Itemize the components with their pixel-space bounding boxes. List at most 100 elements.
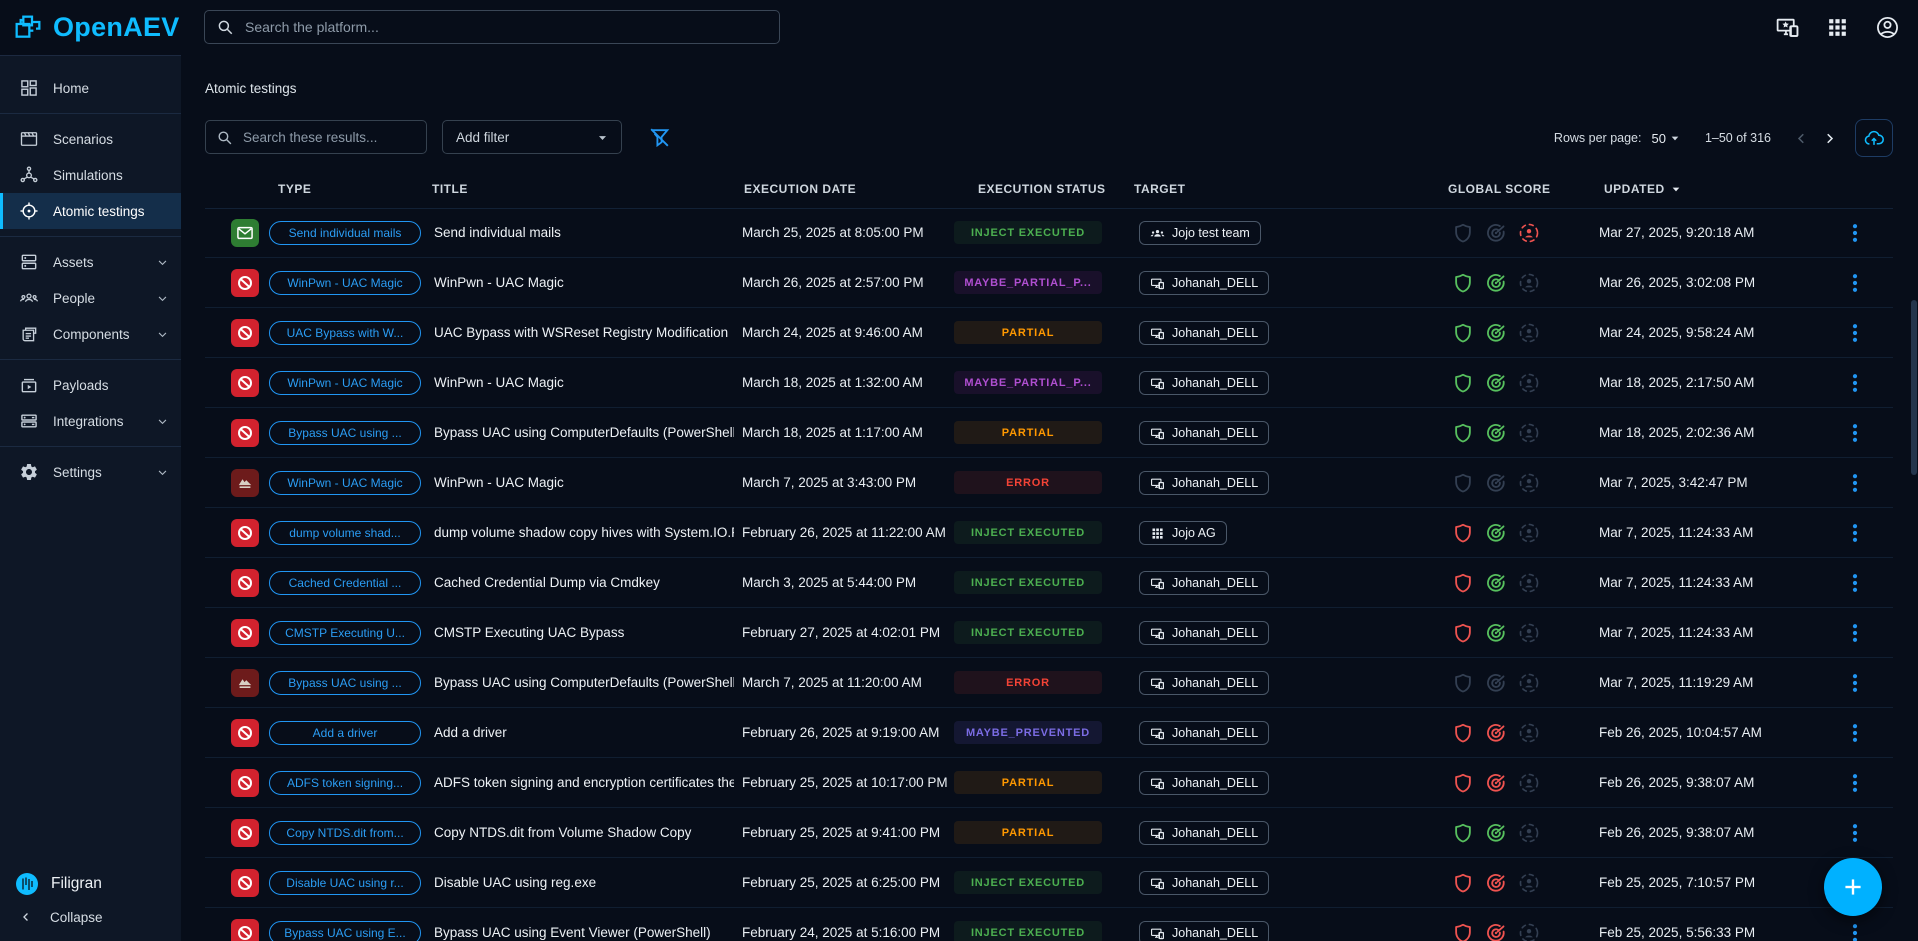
row-menu-kebab-icon[interactable] xyxy=(1843,921,1867,941)
row-menu-kebab-icon[interactable] xyxy=(1843,221,1867,245)
results-search-input[interactable] xyxy=(241,129,416,146)
table-row[interactable]: Copy NTDS.dit from... Copy NTDS.dit from… xyxy=(205,808,1893,858)
column-header-title[interactable]: TITLE xyxy=(432,169,468,208)
row-menu-kebab-icon[interactable] xyxy=(1843,421,1867,445)
art-icon xyxy=(235,873,255,893)
target-chip[interactable]: Johanah_DELL xyxy=(1139,671,1269,695)
type-chip[interactable]: Disable UAC using r... xyxy=(269,871,421,895)
target-chip[interactable]: Johanah_DELL xyxy=(1139,821,1269,845)
column-header-target[interactable]: TARGET xyxy=(1134,169,1185,208)
table-row[interactable]: UAC Bypass with W... UAC Bypass with WSR… xyxy=(205,308,1893,358)
next-page-button[interactable] xyxy=(1815,124,1843,152)
row-menu-kebab-icon[interactable] xyxy=(1843,471,1867,495)
type-chip[interactable]: WinPwn - UAC Magic xyxy=(269,471,421,495)
table-row[interactable]: WinPwn - UAC Magic WinPwn - UAC Magic Ma… xyxy=(205,258,1893,308)
table-row[interactable]: Send individual mails Send individual ma… xyxy=(205,208,1893,258)
table-row[interactable]: CMSTP Executing U... CMSTP Executing UAC… xyxy=(205,608,1893,658)
target-chip[interactable]: Johanah_DELL xyxy=(1139,721,1269,745)
target-chip[interactable]: Johanah_DELL xyxy=(1139,921,1269,941)
target-chip[interactable]: Johanah_DELL xyxy=(1139,371,1269,395)
column-header-global-score[interactable]: GLOBAL SCORE xyxy=(1448,169,1550,208)
sidebar-item-components[interactable]: Components xyxy=(0,316,181,352)
column-header-execution-status[interactable]: EXECUTION STATUS xyxy=(978,169,1106,208)
target-chip[interactable]: Johanah_DELL xyxy=(1139,471,1269,495)
target-chip[interactable]: Jojo AG xyxy=(1139,521,1227,545)
row-menu-kebab-icon[interactable] xyxy=(1843,621,1867,645)
row-menu-kebab-icon[interactable] xyxy=(1843,771,1867,795)
row-menu-kebab-icon[interactable] xyxy=(1843,571,1867,595)
table-row[interactable]: ADFS token signing... ADFS token signing… xyxy=(205,758,1893,808)
type-chip[interactable]: Send individual mails xyxy=(269,221,421,245)
row-menu-kebab-icon[interactable] xyxy=(1843,721,1867,745)
sidebar-item-people[interactable]: People xyxy=(0,280,181,316)
sidebar-item-settings[interactable]: Settings xyxy=(0,454,181,490)
table-row[interactable]: Bypass UAC using ... Bypass UAC using Co… xyxy=(205,658,1893,708)
sidebar-item-integrations[interactable]: Integrations xyxy=(0,403,181,439)
type-chip[interactable]: CMSTP Executing U... xyxy=(269,621,421,645)
target-chip[interactable]: Jojo test team xyxy=(1139,221,1261,245)
detection-radar-icon xyxy=(1485,922,1507,941)
app-logo[interactable]: OpenAEV xyxy=(12,0,180,55)
table-row[interactable]: Bypass UAC using E... Bypass UAC using E… xyxy=(205,908,1893,941)
type-chip[interactable]: WinPwn - UAC Magic xyxy=(269,371,421,395)
type-chip[interactable]: UAC Bypass with W... xyxy=(269,321,421,345)
sidebar-item-assets[interactable]: Assets xyxy=(0,244,181,280)
export-button[interactable] xyxy=(1855,119,1893,157)
sidebar-item-home[interactable]: Home xyxy=(0,70,181,106)
previous-page-button[interactable] xyxy=(1787,124,1815,152)
row-menu-kebab-icon[interactable] xyxy=(1843,321,1867,345)
type-chip[interactable]: Cached Credential ... xyxy=(269,571,421,595)
row-menu-kebab-icon[interactable] xyxy=(1843,521,1867,545)
sidebar-item-payloads[interactable]: Payloads xyxy=(0,367,181,403)
target-chip[interactable]: Johanah_DELL xyxy=(1139,771,1269,795)
column-header-execution-date[interactable]: EXECUTION DATE xyxy=(744,169,856,208)
sidebar-divider xyxy=(0,359,181,360)
table-row[interactable]: WinPwn - UAC Magic WinPwn - UAC Magic Ma… xyxy=(205,358,1893,408)
add-filter-select[interactable]: Add filter xyxy=(442,120,622,154)
type-chip[interactable]: dump volume shad... xyxy=(269,521,421,545)
filigran-brand[interactable]: Filigran xyxy=(0,867,181,901)
apps-grid-icon[interactable] xyxy=(1825,15,1850,40)
execution-status-badge: PARTIAL xyxy=(954,771,1102,794)
type-chip[interactable]: ADFS token signing... xyxy=(269,771,421,795)
row-menu-kebab-icon[interactable] xyxy=(1843,821,1867,845)
target-chip[interactable]: Johanah_DELL xyxy=(1139,321,1269,345)
target-chip[interactable]: Johanah_DELL xyxy=(1139,621,1269,645)
clear-filters-icon[interactable] xyxy=(647,125,672,150)
row-menu-kebab-icon[interactable] xyxy=(1843,271,1867,295)
type-chip[interactable]: Bypass UAC using ... xyxy=(269,421,421,445)
collapse-button[interactable]: Collapse xyxy=(0,901,181,933)
execution-date: February 25, 2025 at 6:25:00 PM xyxy=(742,858,950,908)
row-menu-kebab-icon[interactable] xyxy=(1843,371,1867,395)
type-chip[interactable]: Add a driver xyxy=(269,721,421,745)
row-menu-kebab-icon[interactable] xyxy=(1843,671,1867,695)
scrollbar-thumb[interactable] xyxy=(1911,300,1917,475)
global-score xyxy=(1452,922,1540,941)
type-chip[interactable]: WinPwn - UAC Magic xyxy=(269,271,421,295)
device-targets-icon[interactable] xyxy=(1775,15,1800,40)
target-chip[interactable]: Johanah_DELL xyxy=(1139,271,1269,295)
human-response-icon xyxy=(1518,322,1540,344)
create-button[interactable] xyxy=(1824,858,1882,916)
account-icon[interactable] xyxy=(1875,15,1900,40)
table-row[interactable]: dump volume shad... dump volume shadow c… xyxy=(205,508,1893,558)
prevention-shield-icon xyxy=(1452,422,1474,444)
target-chip[interactable]: Johanah_DELL xyxy=(1139,571,1269,595)
table-row[interactable]: Cached Credential ... Cached Credential … xyxy=(205,558,1893,608)
platform-search-input[interactable] xyxy=(243,18,768,36)
target-chip[interactable]: Johanah_DELL xyxy=(1139,421,1269,445)
column-header-type[interactable]: TYPE xyxy=(278,169,311,208)
table-row[interactable]: Bypass UAC using ... Bypass UAC using Co… xyxy=(205,408,1893,458)
column-header-updated[interactable]: UPDATED xyxy=(1604,169,1684,208)
type-chip[interactable]: Copy NTDS.dit from... xyxy=(269,821,421,845)
table-row[interactable]: Add a driver Add a driver February 26, 2… xyxy=(205,708,1893,758)
target-chip[interactable]: Johanah_DELL xyxy=(1139,871,1269,895)
sidebar-item-scenarios[interactable]: Scenarios xyxy=(0,121,181,157)
rows-per-page-select[interactable]: 50 xyxy=(1651,130,1682,146)
type-chip[interactable]: Bypass UAC using E... xyxy=(269,921,421,941)
table-row[interactable]: WinPwn - UAC Magic WinPwn - UAC Magic Ma… xyxy=(205,458,1893,508)
type-chip[interactable]: Bypass UAC using ... xyxy=(269,671,421,695)
sidebar-item-atomic-testings[interactable]: Atomic testings xyxy=(0,193,181,229)
sidebar-item-simulations[interactable]: Simulations xyxy=(0,157,181,193)
table-row[interactable]: Disable UAC using r... Disable UAC using… xyxy=(205,858,1893,908)
